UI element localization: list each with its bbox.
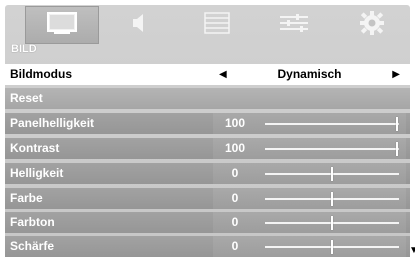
value-area: 0	[213, 163, 406, 184]
slider-track[interactable]	[265, 148, 399, 150]
gear-icon	[357, 9, 387, 42]
setting-row-panelhelligkeit[interactable]: Panelhelligkeit 100	[5, 113, 410, 134]
slider-knob[interactable]	[396, 142, 398, 156]
tab-settings[interactable]	[335, 6, 409, 44]
slider-knob[interactable]	[331, 240, 333, 254]
setting-row-farbton[interactable]: Farbton 0	[5, 212, 410, 233]
value-area: 100	[213, 138, 406, 159]
slider-knob[interactable]	[331, 167, 333, 181]
section-title: BILD	[11, 43, 37, 55]
tab-picture[interactable]	[25, 6, 99, 44]
value-area: 0	[213, 188, 406, 209]
mode-selector[interactable]: ◀ Dynamisch ▶	[213, 64, 406, 85]
setting-row-kontrast[interactable]: Kontrast 100	[5, 138, 410, 159]
setting-row-farbe[interactable]: Farbe 0	[5, 188, 410, 209]
slider-knob[interactable]	[396, 117, 398, 131]
slider-track[interactable]	[265, 123, 399, 125]
list-icon	[199, 10, 235, 41]
tab-adjust[interactable]	[257, 6, 331, 44]
setting-label: Panelhelligkeit	[10, 116, 95, 130]
setting-label: Farbe	[10, 191, 43, 205]
tab-sound[interactable]	[102, 6, 176, 44]
scroll-down-icon[interactable]: ▼	[409, 246, 415, 256]
setting-label: Schärfe	[10, 239, 55, 253]
setting-label: Reset	[10, 91, 43, 105]
tab-channels[interactable]	[180, 6, 254, 44]
arrow-left-icon[interactable]: ◀	[219, 64, 227, 85]
setting-label: Kontrast	[10, 141, 60, 155]
slider-knob[interactable]	[331, 192, 333, 206]
speaker-icon	[125, 10, 153, 41]
sliders-icon	[276, 10, 312, 41]
value-area: 0	[213, 236, 406, 257]
picture-icon	[44, 10, 80, 41]
setting-value: 0	[231, 166, 239, 180]
setting-row-bildmodus[interactable]: Bildmodus ◀ Dynamisch ▶	[5, 64, 410, 85]
setting-value: 100	[224, 116, 246, 130]
setting-value: 0	[231, 215, 239, 229]
arrow-right-icon[interactable]: ▶	[392, 64, 400, 85]
setting-label: Helligkeit	[10, 166, 64, 180]
menu-tabs	[25, 6, 405, 46]
setting-value: 100	[224, 141, 246, 155]
setting-row-helligkeit[interactable]: Helligkeit 0	[5, 163, 410, 184]
setting-label: Farbton	[10, 215, 55, 229]
value-area: 0	[213, 212, 406, 233]
setting-row-reset[interactable]: Reset	[5, 88, 410, 109]
setting-value: 0	[231, 239, 239, 253]
slider-knob[interactable]	[331, 216, 333, 230]
setting-value: 0	[231, 191, 239, 205]
setting-row-schaerfe[interactable]: Schärfe 0	[5, 236, 410, 257]
value-area: 100	[213, 113, 406, 134]
setting-label: Bildmodus	[10, 67, 72, 81]
settings-menu: BILD Bildmodus ◀ Dynamisch ▶ Reset Panel…	[5, 5, 415, 257]
mode-value: Dynamisch	[277, 67, 342, 81]
